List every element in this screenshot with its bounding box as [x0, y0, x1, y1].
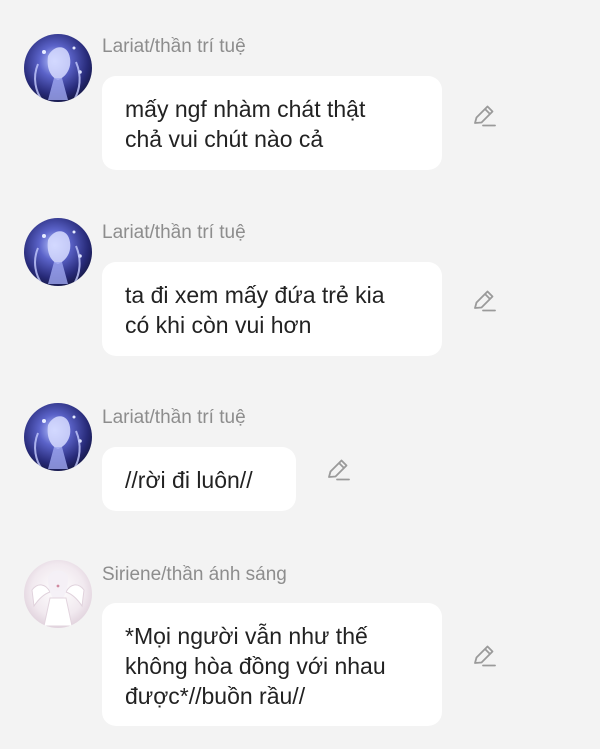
message-text-line: ta đi xem mấy đứa trẻ kia — [125, 282, 385, 308]
avatar[interactable] — [24, 34, 92, 102]
message-bubble[interactable]: *Mọi người vẫn như thế không hòa đồng vớ… — [102, 603, 442, 726]
message-text-line: mấy ngf nhàm chát thật — [125, 96, 366, 122]
blue-fantasy-character-avatar — [24, 34, 92, 102]
avatar[interactable] — [24, 403, 92, 471]
pencil-edit-icon[interactable] — [471, 643, 497, 669]
blue-fantasy-character-avatar — [24, 218, 92, 286]
pencil-edit-icon[interactable] — [471, 288, 497, 314]
message-text-line: không hòa đồng với nhau — [125, 653, 386, 679]
avatar[interactable] — [24, 218, 92, 286]
message-text-line: chả vui chút nào cả — [125, 126, 324, 152]
chat-thread: Lariat/thần trí tuệ mấy ngf nhàm chát th… — [0, 0, 600, 749]
message-text-line: được*//buồn rầu// — [125, 683, 306, 709]
author-name[interactable]: Lariat/thần trí tuệ — [102, 36, 246, 58]
avatar[interactable] — [24, 560, 92, 628]
message-text-line: *Mọi người vẫn như thế — [125, 623, 368, 649]
message-text-line: //rời đi luôn// — [125, 467, 253, 493]
author-name[interactable]: Lariat/thần trí tuệ — [102, 222, 246, 244]
pencil-edit-icon[interactable] — [325, 457, 351, 483]
white-winged-character-avatar — [24, 560, 92, 628]
pencil-edit-icon[interactable] — [471, 103, 497, 129]
message-text-line: có khi còn vui hơn — [125, 312, 312, 338]
chat-message: Siriene/thần ánh sáng *Mọi người vẫn như… — [0, 535, 600, 749]
blue-fantasy-character-avatar — [24, 403, 92, 471]
chat-message: Lariat/thần trí tuệ //rời đi luôn// — [0, 365, 600, 535]
chat-message: Lariat/thần trí tuệ ta đi xem mấy đứa tr… — [0, 180, 600, 365]
author-name[interactable]: Lariat/thần trí tuệ — [102, 407, 246, 429]
chat-message: Lariat/thần trí tuệ mấy ngf nhàm chát th… — [0, 0, 600, 180]
author-name[interactable]: Siriene/thần ánh sáng — [102, 564, 287, 586]
message-bubble[interactable]: mấy ngf nhàm chát thật chả vui chút nào … — [102, 76, 442, 170]
message-bubble[interactable]: ta đi xem mấy đứa trẻ kia có khi còn vui… — [102, 262, 442, 356]
message-bubble[interactable]: //rời đi luôn// — [102, 447, 296, 511]
